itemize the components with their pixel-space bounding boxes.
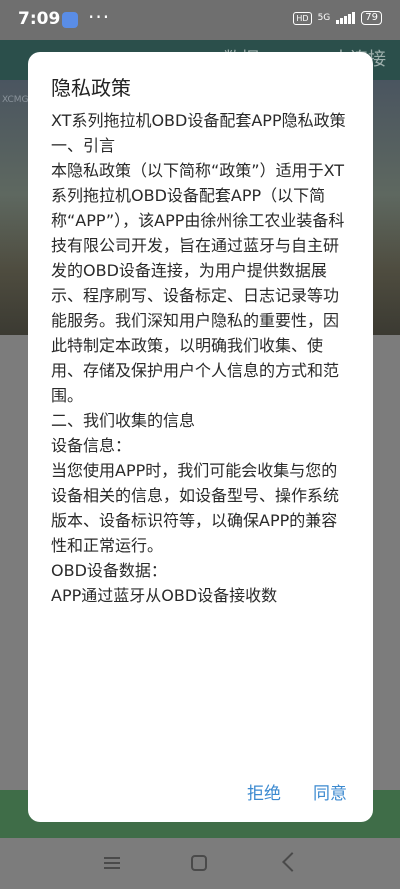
policy-text-scroll[interactable]: XT系列拖拉机OBD设备配套APP隐私政策 一、引言 本隐私政策（以下简称“政策… (51, 108, 351, 763)
policy-paragraph: APP通过蓝牙从OBD设备接收数 (51, 586, 278, 605)
recent-apps-icon[interactable] (104, 857, 120, 869)
dialog-actions: 拒绝 同意 (247, 779, 347, 804)
policy-paragraph: 当您使用APP时，我们可能会收集与您的设备相关的信息，如设备型号、操作系统版本、… (51, 461, 340, 555)
reject-button[interactable]: 拒绝 (247, 779, 281, 804)
hd-icon: HD (293, 11, 312, 25)
signal-strength-icon (336, 12, 356, 24)
privacy-policy-dialog: 隐私政策 XT系列拖拉机OBD设备配套APP隐私政策 一、引言 本隐私政策（以下… (28, 52, 373, 822)
policy-paragraph: 设备信息： (51, 436, 132, 455)
policy-paragraph: 本隐私政策（以下简称“政策”）适用于XT系列拖拉机OBD设备配套APP（以下简称… (51, 161, 345, 405)
home-icon[interactable] (191, 855, 207, 871)
policy-paragraph: 二、我们收集的信息 (51, 411, 196, 430)
status-time: 7:09 (18, 9, 61, 29)
policy-paragraph: 一、引言 (51, 136, 116, 155)
hero-brand-tag: XCMG (2, 95, 29, 105)
policy-paragraph: XT系列拖拉机OBD设备配套APP隐私政策 (51, 111, 346, 130)
battery-icon: 79 (361, 11, 382, 25)
network-type-label: 5G (317, 13, 331, 23)
dialog-title: 隐私政策 (51, 76, 131, 100)
notification-app-icon (62, 12, 78, 28)
status-bar: 7:09 ··· HD 5G 79 (0, 0, 400, 40)
more-notifications-icon: ··· (88, 5, 111, 29)
policy-paragraph: OBD设备数据： (51, 561, 167, 580)
agree-button[interactable]: 同意 (313, 779, 347, 804)
status-indicators: HD 5G 79 (293, 11, 382, 25)
